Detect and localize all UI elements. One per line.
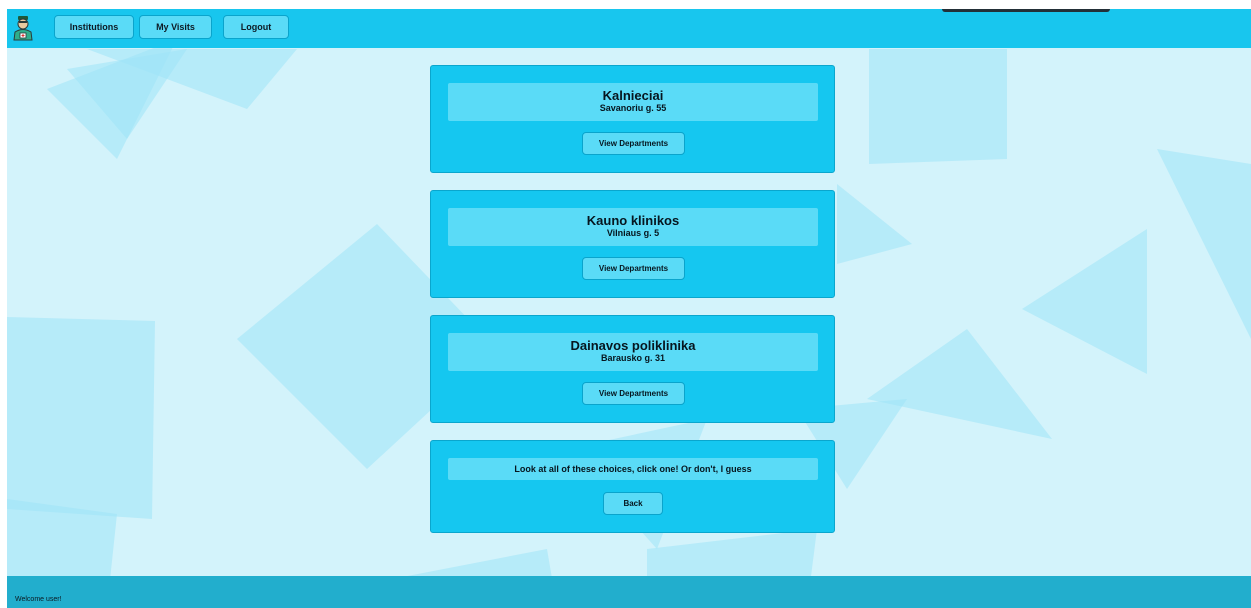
institution-info: Dainavos poliklinika Barausko g. 31 [448, 333, 818, 371]
institution-address: Barausko g. 31 [600, 353, 666, 363]
app-frame: Institutions My Visits Logout Kalnieciai… [7, 9, 1251, 608]
back-button[interactable]: Back [603, 492, 663, 515]
institution-card: Dainavos poliklinika Barausko g. 31 View… [430, 315, 835, 423]
nav-institutions-button[interactable]: Institutions [54, 15, 134, 39]
nav-logout-button[interactable]: Logout [223, 15, 289, 39]
prompt-box: Look at all of these choices, click one!… [448, 458, 818, 480]
view-departments-button[interactable]: View Departments [582, 257, 685, 280]
top-strip [942, 9, 1110, 12]
institution-name: Dainavos poliklinika [570, 338, 696, 353]
top-navbar: Institutions My Visits Logout [7, 9, 1251, 48]
institution-address: Savanoriu g. 55 [599, 103, 667, 113]
institution-address: Vilniaus g. 5 [606, 228, 660, 238]
view-departments-button[interactable]: View Departments [582, 132, 685, 155]
institution-info: Kalnieciai Savanoriu g. 55 [448, 83, 818, 121]
nav-my-visits-button[interactable]: My Visits [139, 15, 212, 39]
institution-info: Kauno klinikos Vilniaus g. 5 [448, 208, 818, 246]
institution-card: Kauno klinikos Vilniaus g. 5 View Depart… [430, 190, 835, 298]
view-departments-button[interactable]: View Departments [582, 382, 685, 405]
welcome-text: Welcome user! [15, 596, 62, 603]
institution-card: Kalnieciai Savanoriu g. 55 View Departme… [430, 65, 835, 173]
prompt-message: Look at all of these choices, click one!… [514, 464, 752, 474]
prompt-card: Look at all of these choices, click one!… [430, 440, 835, 533]
footer: Welcome user! [7, 576, 1251, 608]
institution-name: Kauno klinikos [586, 213, 680, 228]
doctor-avatar-icon[interactable] [12, 15, 34, 41]
institution-name: Kalnieciai [602, 88, 664, 103]
